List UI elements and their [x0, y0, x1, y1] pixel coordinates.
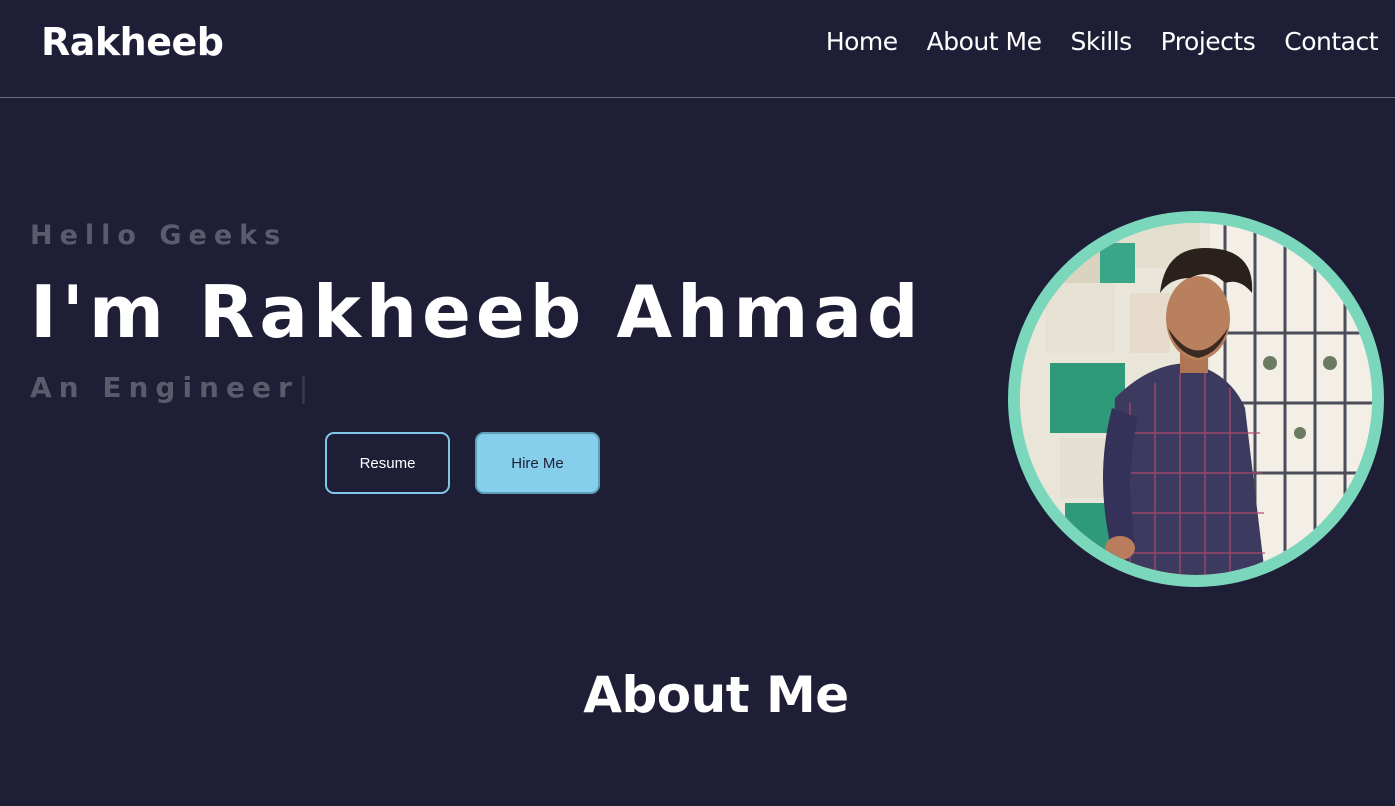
hero-greeting: Hello Geeks: [30, 220, 288, 251]
nav-contact-link[interactable]: Contact: [1284, 27, 1378, 56]
about-section-heading: About Me: [583, 666, 849, 724]
resume-button[interactable]: Resume: [325, 432, 450, 494]
nav-about-link[interactable]: About Me: [927, 27, 1042, 56]
typing-cursor: |: [298, 371, 309, 404]
nav-home-link[interactable]: Home: [826, 27, 898, 56]
nav-skills-link[interactable]: Skills: [1070, 27, 1132, 56]
nav-links: Home About Me Skills Projects Contact: [826, 27, 1379, 56]
nav-projects-link[interactable]: Projects: [1161, 27, 1256, 56]
site-logo[interactable]: Rakheeb: [41, 20, 224, 64]
hero-role-line: An Engineer|: [30, 371, 308, 404]
navbar: Rakheeb Home About Me Skills Projects Co…: [0, 0, 1395, 98]
hero-role: An Engineer: [30, 371, 299, 404]
hire-me-button[interactable]: Hire Me: [475, 432, 600, 494]
profile-photo-illustration: [1020, 223, 1372, 575]
profile-photo: [1008, 211, 1384, 587]
hero-title: I'm Rakheeb Ahmad: [30, 270, 924, 354]
